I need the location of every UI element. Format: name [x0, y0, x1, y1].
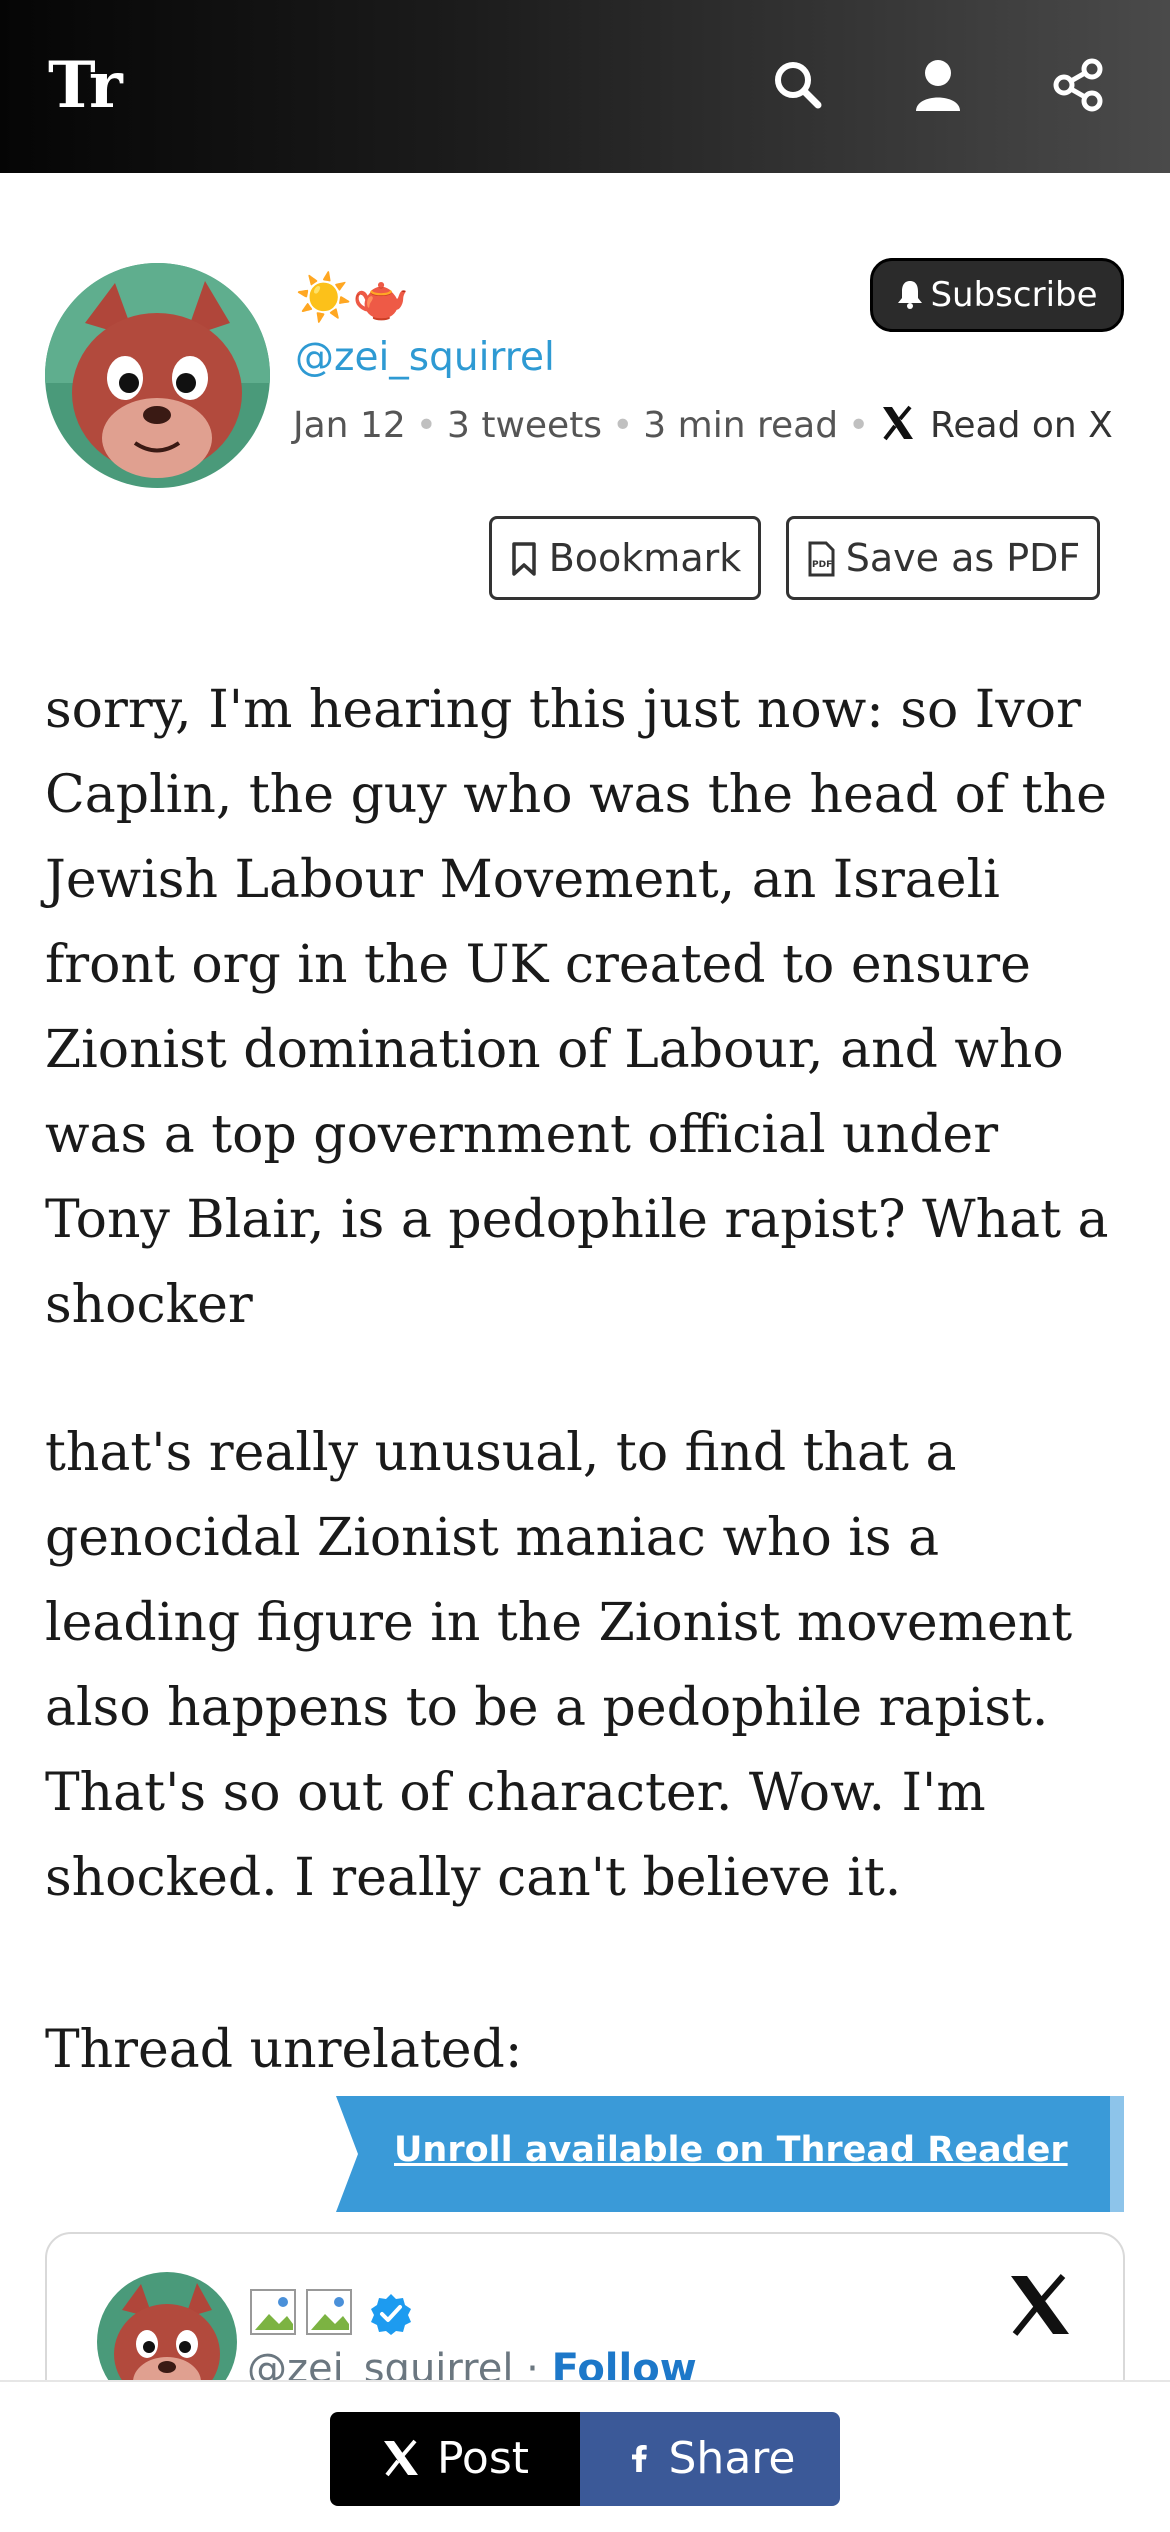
- author-handle[interactable]: @zei_squirrel: [295, 335, 555, 380]
- facebook-icon: [631, 2445, 647, 2472]
- author-avatar[interactable]: [45, 263, 270, 488]
- subscribe-label: Subscribe: [930, 275, 1098, 315]
- share-label: Share: [668, 2433, 796, 2484]
- facebook-share-button[interactable]: Share: [580, 2412, 840, 2506]
- read-on-x-link[interactable]: Read on X: [880, 405, 1113, 446]
- post-label: Post: [436, 2433, 530, 2484]
- separator-dot: •: [415, 405, 437, 446]
- bookmark-button[interactable]: Bookmark: [489, 516, 761, 600]
- read-time: 3 min read: [643, 405, 839, 446]
- subscribe-button[interactable]: Subscribe: [870, 258, 1124, 332]
- user-icon[interactable]: [908, 55, 968, 115]
- tweet-paragraph: sorry, I'm hearing this just now: so Ivo…: [45, 680, 1109, 1335]
- broken-image-icon: [249, 2288, 297, 2336]
- x-logo-icon: [383, 2439, 418, 2477]
- bottom-share-bar: Post Share: [0, 2380, 1170, 2532]
- broken-image-icon: [305, 2288, 353, 2336]
- post-on-x-button[interactable]: Post: [330, 2412, 580, 2506]
- author-name: ☀️🫖: [295, 270, 410, 324]
- pdf-file-icon: PDF: [808, 541, 835, 577]
- bell-icon: [898, 281, 923, 309]
- share-icon[interactable]: [1048, 55, 1108, 115]
- unroll-link[interactable]: Unroll available on Thread Reader: [394, 2130, 1068, 2170]
- tweet-paragraph: Thread unrelated:: [45, 2020, 523, 2080]
- banner-edge: [1110, 2096, 1124, 2212]
- tweet-paragraph: that's really unusual, to find that a ge…: [45, 1423, 1073, 1908]
- top-bar: Tr: [0, 0, 1170, 173]
- thread-meta: Jan 12 • 3 tweets • 3 min read •: [293, 405, 879, 446]
- x-logo-icon: [883, 405, 913, 441]
- bookmark-icon: [511, 542, 536, 576]
- bookmark-label: Bookmark: [548, 536, 742, 580]
- save-pdf-button[interactable]: PDF Save as PDF: [786, 516, 1100, 600]
- search-icon[interactable]: [768, 55, 828, 115]
- separator-dot: •: [848, 405, 870, 446]
- tweet-count: 3 tweets: [446, 405, 603, 446]
- unroll-banner[interactable]: Unroll available on Thread Reader: [336, 2096, 1124, 2212]
- post-date: Jan 12: [293, 405, 406, 446]
- site-logo[interactable]: Tr: [48, 48, 123, 123]
- save-pdf-label: Save as PDF: [845, 536, 1081, 580]
- read-on-x-label: Read on X: [930, 405, 1113, 446]
- verified-badge-icon: [369, 2292, 413, 2336]
- svg-text:PDF: PDF: [812, 560, 832, 570]
- separator-dot: •: [612, 405, 634, 446]
- x-logo-icon[interactable]: [1007, 2272, 1073, 2338]
